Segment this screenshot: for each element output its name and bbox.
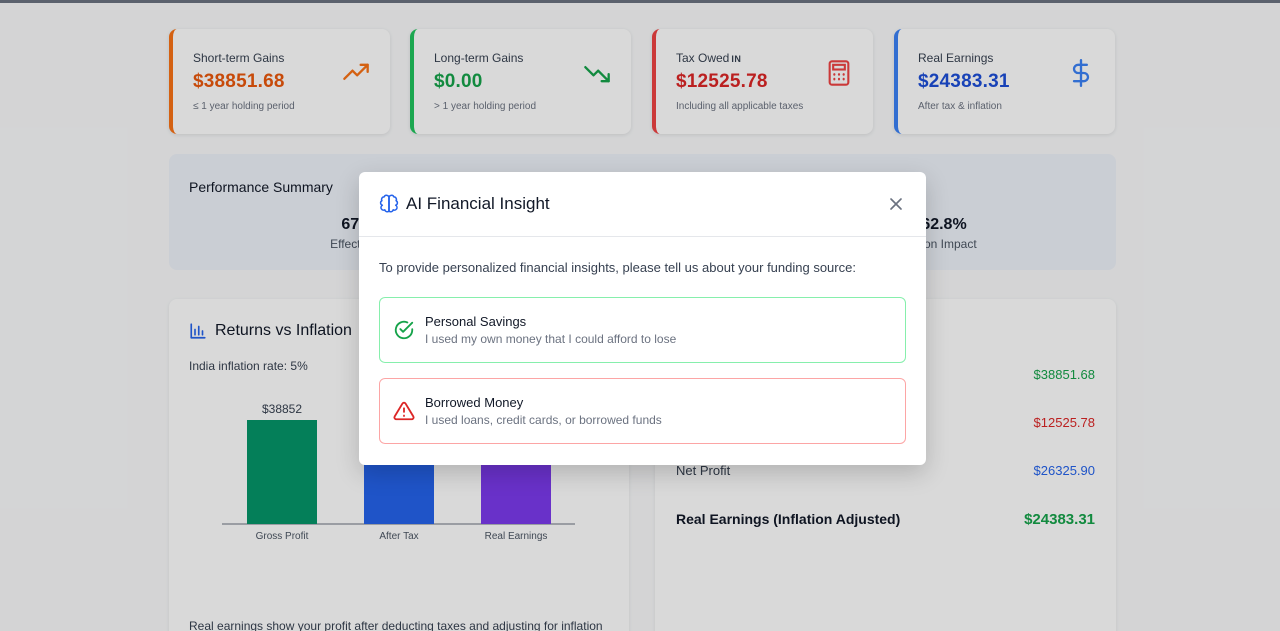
modal-title: AI Financial Insight: [379, 194, 550, 214]
check-circle-icon: [394, 320, 414, 340]
option-title: Borrowed Money: [425, 395, 524, 410]
close-icon[interactable]: [886, 194, 906, 214]
borrowed-money-option[interactable]: Borrowed Money I used loans, credit card…: [379, 378, 906, 444]
option-description: I used loans, credit cards, or borrowed …: [425, 413, 662, 427]
option-title: Personal Savings: [425, 314, 527, 329]
modal-title-text: AI Financial Insight: [406, 194, 550, 213]
personal-savings-option[interactable]: Personal Savings I used my own money tha…: [379, 297, 906, 363]
option-description: I used my own money that I could afford …: [425, 332, 677, 346]
brain-icon: [379, 194, 399, 213]
modal-header: AI Financial Insight: [359, 172, 926, 237]
modal-prompt: To provide personalized financial insigh…: [379, 260, 856, 275]
ai-insight-modal: AI Financial Insight To provide personal…: [359, 172, 926, 465]
warning-triangle-icon: [393, 401, 415, 421]
